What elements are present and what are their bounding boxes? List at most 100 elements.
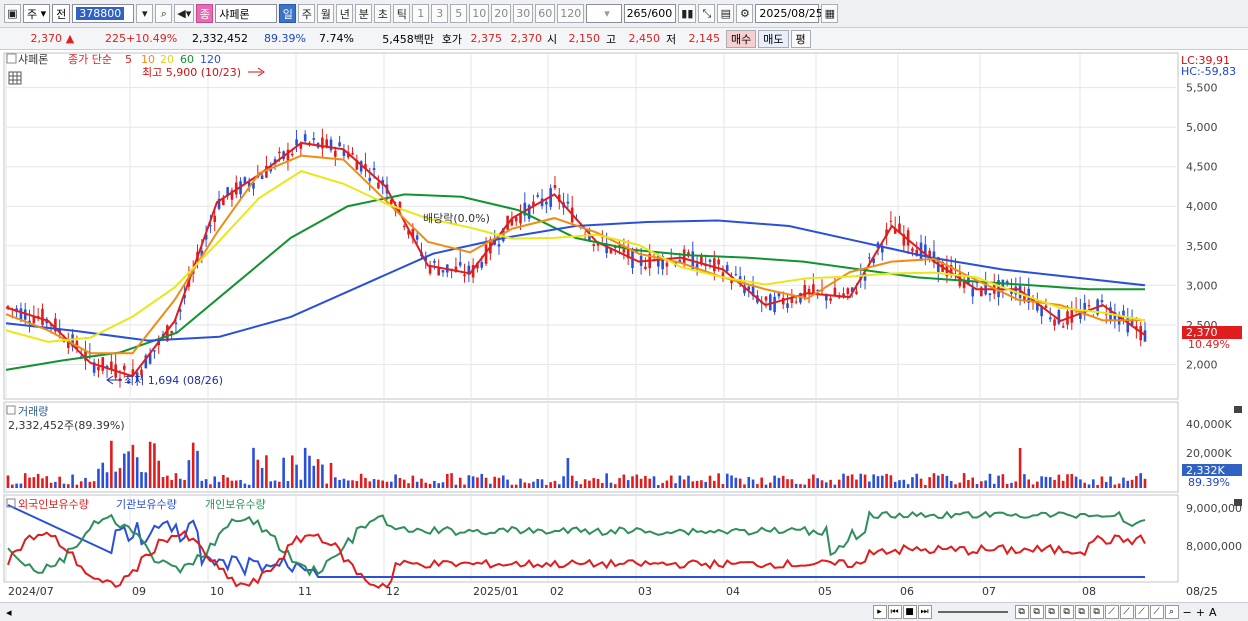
avg-button[interactable]: 평 (790, 29, 811, 48)
search-icon[interactable]: ⌕ (155, 4, 173, 23)
candle-body (170, 331, 173, 334)
stock-name-field[interactable]: 샤페론 (215, 4, 278, 23)
volume-bar (885, 473, 888, 488)
interval-20[interactable]: 20 (491, 4, 512, 23)
period-day[interactable]: 일 (279, 4, 297, 23)
chart-area[interactable]: 샤페론 종가 단순 5 10 20 60 120 최고 5,900 (10/23… (0, 50, 1248, 602)
font-icon[interactable]: A (1209, 606, 1217, 619)
stop-icon[interactable]: ■ (902, 605, 917, 619)
volume-bar (1023, 474, 1026, 488)
volume-bar (269, 481, 273, 488)
volume-bar (713, 480, 716, 488)
volume-bar (898, 480, 901, 488)
candle-body (713, 258, 716, 272)
draw2-icon[interactable]: ⟋ (1119, 605, 1134, 619)
count-input[interactable]: 265/600 (624, 4, 677, 23)
volume-bar (738, 478, 742, 488)
volume-bar (1117, 483, 1121, 488)
interval-30[interactable]: 30 (513, 4, 534, 23)
candle-body (708, 259, 712, 262)
volume-bar (476, 477, 479, 488)
tool6-icon[interactable]: ⧉ (1089, 605, 1104, 619)
tool2-icon[interactable]: ⧉ (1029, 605, 1044, 619)
minus-icon[interactable]: − (1183, 606, 1192, 619)
interval-120[interactable]: 120 (557, 4, 585, 23)
price-type-select[interactable]: 전 (52, 4, 71, 23)
volume-bar (725, 473, 729, 488)
volume-bar (1036, 481, 1039, 488)
volume-bar (407, 483, 410, 488)
candle-body (329, 139, 333, 151)
volume-bar (282, 457, 285, 488)
interval-custom-select[interactable]: ▾ (586, 4, 623, 23)
speaker-icon[interactable]: ◀▾ (174, 4, 195, 23)
candle-body (334, 150, 337, 157)
period-minute[interactable]: 분 (355, 4, 373, 23)
volume-bar (463, 484, 466, 488)
volume-bar (256, 459, 260, 488)
candle-body (441, 270, 445, 273)
draw4-icon[interactable]: ⟋ (1149, 605, 1164, 619)
zoom-slider[interactable] (937, 611, 1008, 613)
zoom-icon[interactable]: ⌕ (1164, 605, 1179, 619)
last-icon[interactable]: ⏭ (917, 605, 932, 619)
calendar-icon[interactable]: ▦ (821, 4, 839, 23)
draw-icon[interactable]: ⟋ (1104, 605, 1119, 619)
interval-60[interactable]: 60 (535, 4, 556, 23)
draw3-icon[interactable]: ⟋ (1134, 605, 1149, 619)
interval-10[interactable]: 10 (469, 4, 490, 23)
volume-bar (639, 478, 643, 488)
candle-body (1057, 310, 1061, 324)
period-year[interactable]: 년 (336, 4, 354, 23)
volume-bar (213, 476, 217, 488)
volume-bar (480, 473, 484, 488)
volume-bar (1092, 479, 1095, 488)
volume-close-icon[interactable] (1234, 406, 1242, 413)
candle-type-icon[interactable]: ▮▮ (678, 4, 697, 23)
scroll-left-icon[interactable]: ◂ (6, 606, 12, 619)
table-icon[interactable] (8, 71, 22, 85)
candle-body (764, 296, 768, 301)
plus-icon[interactable]: + (1196, 606, 1205, 619)
period-month[interactable]: 월 (317, 4, 335, 23)
volume-bar (54, 481, 57, 488)
stock-code-input[interactable]: 378800 (72, 4, 135, 23)
quote-bar: 2,370 ▲ 225 +10.49% 2,332,452 89.39% 7.7… (0, 28, 1248, 50)
layout-icon[interactable]: ▣ (4, 4, 21, 23)
volume-bar (127, 451, 130, 488)
candle-body (402, 225, 406, 228)
save-icon[interactable]: ▤ (717, 4, 735, 23)
indicator-icon[interactable]: ⤡ (698, 4, 716, 23)
code-dropdown-icon[interactable]: ▾ (136, 4, 154, 23)
candle-body (829, 298, 832, 301)
x-axis-label: 02 (550, 585, 564, 598)
date-input[interactable]: 2025/08/25 (755, 4, 823, 23)
holding-close-icon[interactable] (1234, 499, 1242, 506)
interval-3[interactable]: 3 (431, 4, 449, 23)
tool4-icon[interactable]: ⧉ (1059, 605, 1074, 619)
volume-bar (239, 479, 242, 488)
period-tick[interactable]: 틱 (393, 4, 411, 23)
interval-1[interactable]: 1 (412, 4, 430, 23)
tool1-icon[interactable]: ⧉ (1014, 605, 1029, 619)
scroll-right-icon[interactable]: ▸ (872, 605, 887, 619)
volume-bar (579, 484, 583, 488)
x-axis-label: 06 (900, 585, 914, 598)
period-second[interactable]: 초 (374, 4, 392, 23)
market-select[interactable]: 주 ▾ (23, 4, 51, 23)
first-icon[interactable]: ⏮ (887, 605, 902, 619)
volume-bar (833, 484, 837, 488)
volume-bar (605, 473, 608, 488)
interval-5[interactable]: 5 (450, 4, 468, 23)
gear-icon[interactable]: ⚙ (736, 4, 754, 23)
volume-bar (958, 482, 962, 488)
tool3-icon[interactable]: ⧉ (1044, 605, 1059, 619)
buy-button[interactable]: 매수 (726, 29, 757, 48)
candle-body (97, 366, 100, 371)
turnover-rate: 7.74% (319, 32, 354, 45)
tool5-icon[interactable]: ⧉ (1074, 605, 1089, 619)
sell-button[interactable]: 매도 (758, 29, 789, 48)
period-week[interactable]: 주 (298, 4, 316, 23)
volume-bar (122, 453, 126, 488)
volume-bar (97, 468, 100, 488)
